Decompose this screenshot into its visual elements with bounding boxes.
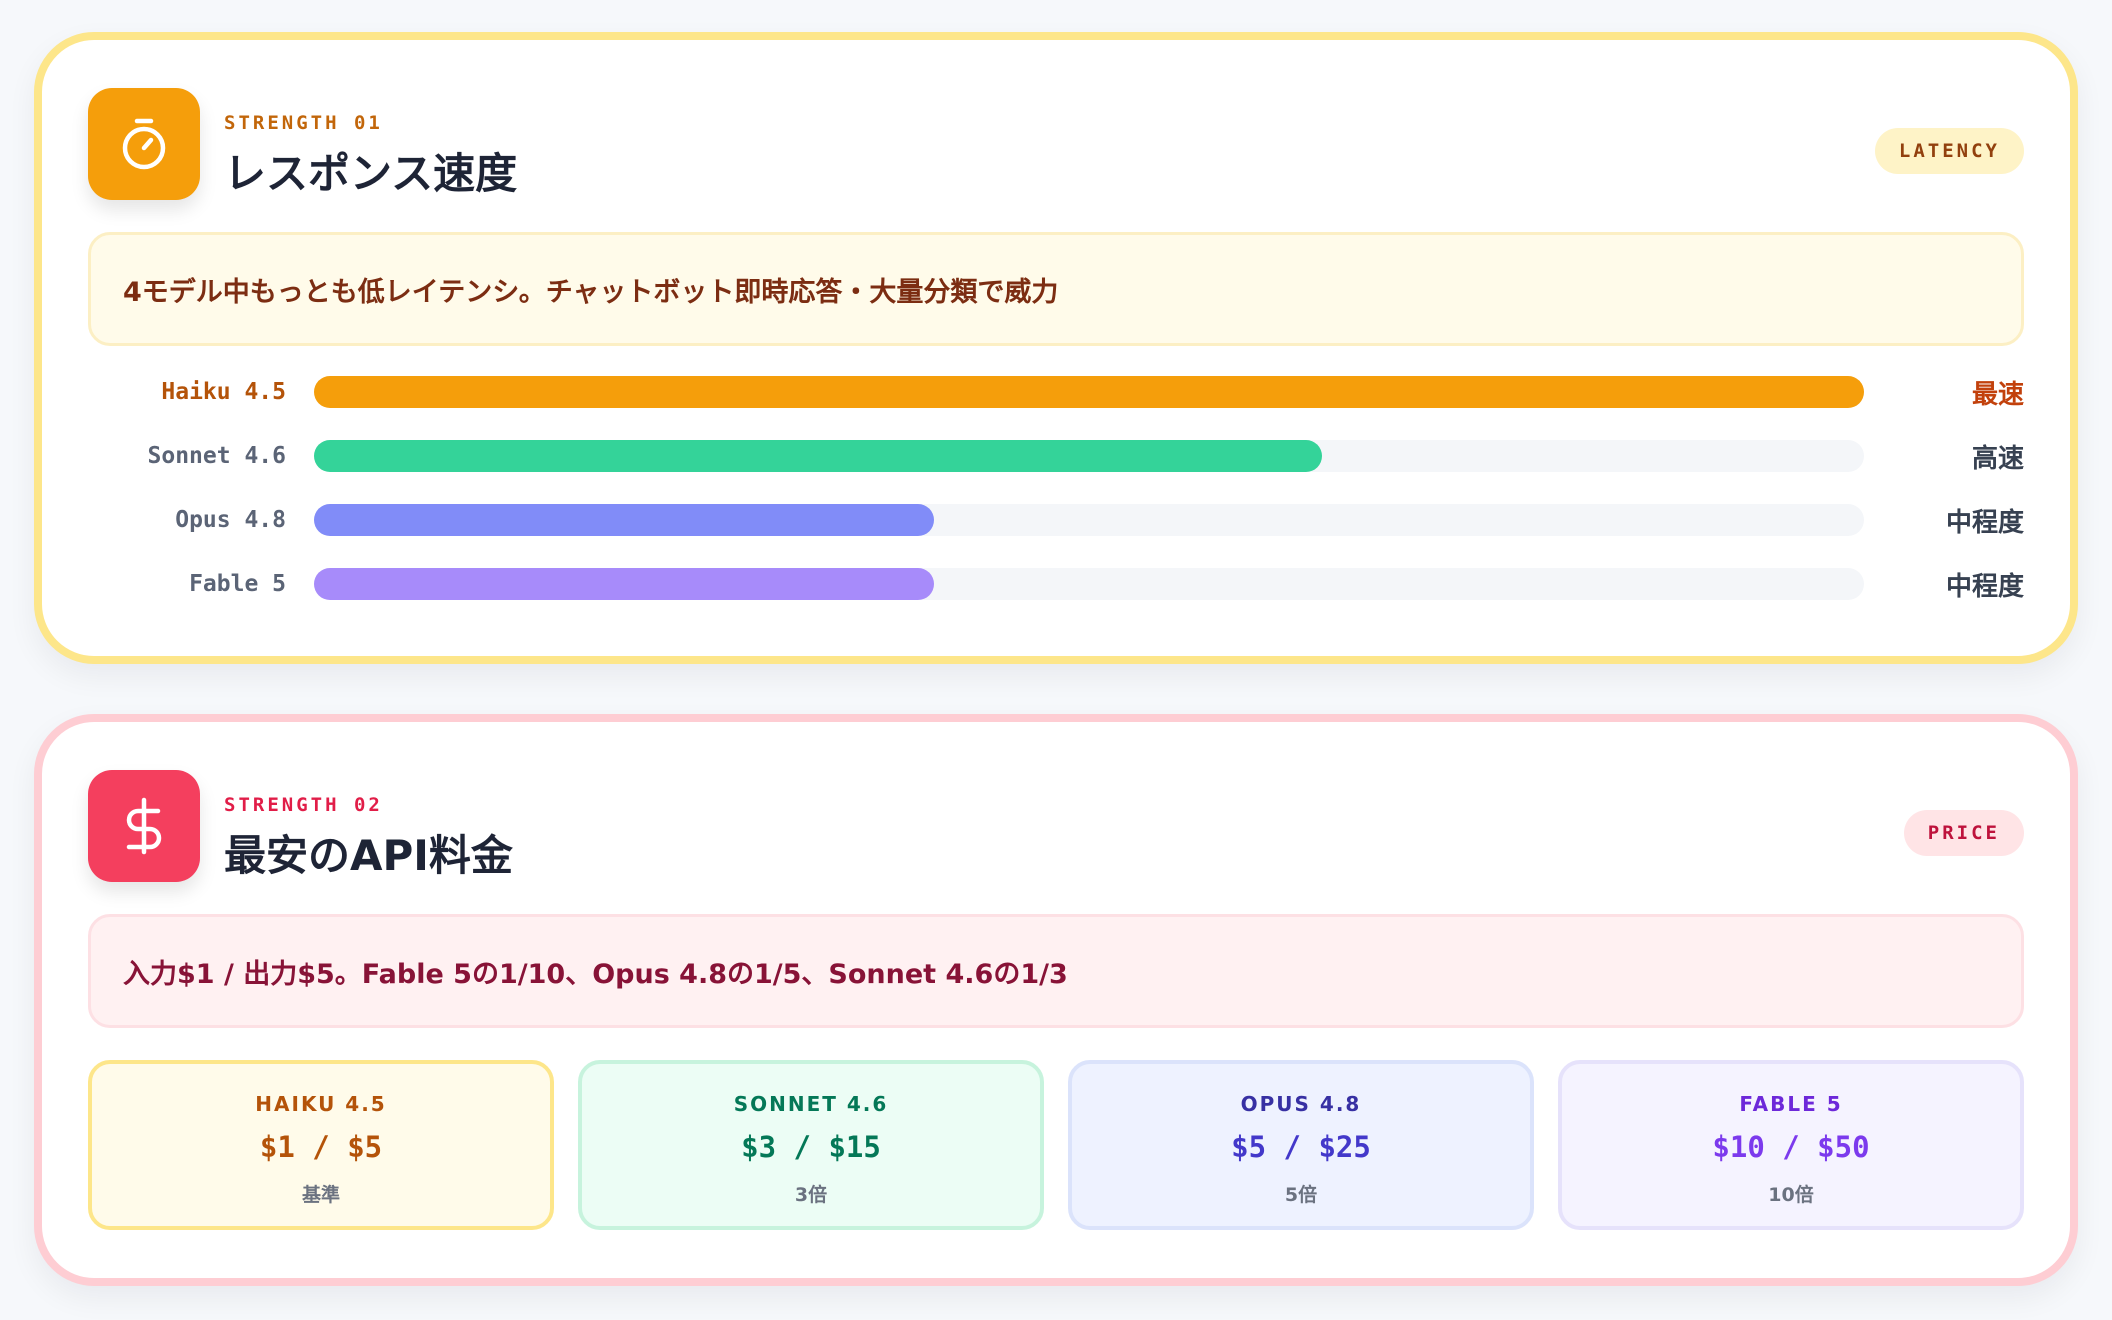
latency-card-header: STRENGTH 01 レスポンス速度 LATENCY <box>42 40 2070 220</box>
price-ratio: 10倍 <box>1768 1184 1814 1206</box>
bar-label: Opus 4.8 <box>175 507 286 533</box>
bar-label: Fable 5 <box>189 571 286 597</box>
latency-callout: 4モデル中もっとも低レイテンシ。チャットボット即時応答・大量分類で威力 <box>88 232 2024 346</box>
bar-row-haiku: Haiku 4.5 最速 <box>42 372 2070 412</box>
latency-card: STRENGTH 01 レスポンス速度 LATENCY 4モデル中もっとも低レイ… <box>34 32 2078 664</box>
price-box-sonnet: SONNET 4.6 $3 / $15 3倍 <box>578 1060 1044 1230</box>
price-box-opus: OPUS 4.8 $5 / $25 5倍 <box>1068 1060 1534 1230</box>
price-callout: 入力$1 / 出力$5。Fable 5の1/10、Opus 4.8の1/5、So… <box>88 914 2024 1028</box>
price-box-fable: FABLE 5 $10 / $50 10倍 <box>1558 1060 2024 1230</box>
bar-fill <box>314 504 934 536</box>
dollar-icon <box>88 770 200 882</box>
latency-tag: LATENCY <box>1874 128 2024 174</box>
model-price: $1 / $5 <box>259 1130 383 1164</box>
bar-row-opus: Opus 4.8 中程度 <box>42 500 2070 540</box>
price-ratio: 基準 <box>301 1184 340 1206</box>
card-title: 最安のAPI料金 <box>224 831 513 880</box>
bar-value: 中程度 <box>1945 507 2024 538</box>
stopwatch-icon <box>88 88 200 200</box>
bar-row-fable: Fable 5 中程度 <box>42 564 2070 604</box>
price-card-header: STRENGTH 02 最安のAPI料金 PRICE <box>42 722 2070 902</box>
model-price: $10 / $50 <box>1712 1130 1870 1164</box>
card-title: レスポンス速度 <box>224 149 518 198</box>
bar-row-sonnet: Sonnet 4.6 高速 <box>42 436 2070 476</box>
model-name: FABLE 5 <box>1739 1092 1843 1116</box>
price-tag: PRICE <box>1903 810 2024 856</box>
model-name: OPUS 4.8 <box>1240 1092 1362 1116</box>
price-ratio: 3倍 <box>794 1184 828 1206</box>
price-grid: HAIKU 4.5 $1 / $5 基準 SONNET 4.6 $3 / $15… <box>88 1060 2024 1230</box>
bar-value: 中程度 <box>1945 571 2024 602</box>
bar-track <box>314 376 1864 408</box>
bar-value: 最速 <box>1971 379 2024 410</box>
price-card: STRENGTH 02 最安のAPI料金 PRICE 入力$1 / 出力$5。F… <box>34 714 2078 1286</box>
bar-label: Haiku 4.5 <box>161 379 286 405</box>
bar-fill <box>314 376 1864 408</box>
bar-value: 高速 <box>1971 443 2024 474</box>
model-price: $5 / $25 <box>1231 1130 1371 1164</box>
bar-fill <box>314 568 934 600</box>
price-ratio: 5倍 <box>1284 1184 1318 1206</box>
model-name: HAIKU 4.5 <box>255 1092 387 1116</box>
bar-track <box>314 504 1864 536</box>
bar-fill <box>314 440 1322 472</box>
model-name: SONNET 4.6 <box>733 1092 889 1116</box>
bar-track <box>314 568 1864 600</box>
bar-track <box>314 440 1864 472</box>
strength-eyebrow: STRENGTH 02 <box>224 794 383 816</box>
model-price: $3 / $15 <box>741 1130 881 1164</box>
strength-eyebrow: STRENGTH 01 <box>224 112 383 134</box>
price-box-haiku: HAIKU 4.5 $1 / $5 基準 <box>88 1060 554 1230</box>
bar-label: Sonnet 4.6 <box>147 443 286 469</box>
